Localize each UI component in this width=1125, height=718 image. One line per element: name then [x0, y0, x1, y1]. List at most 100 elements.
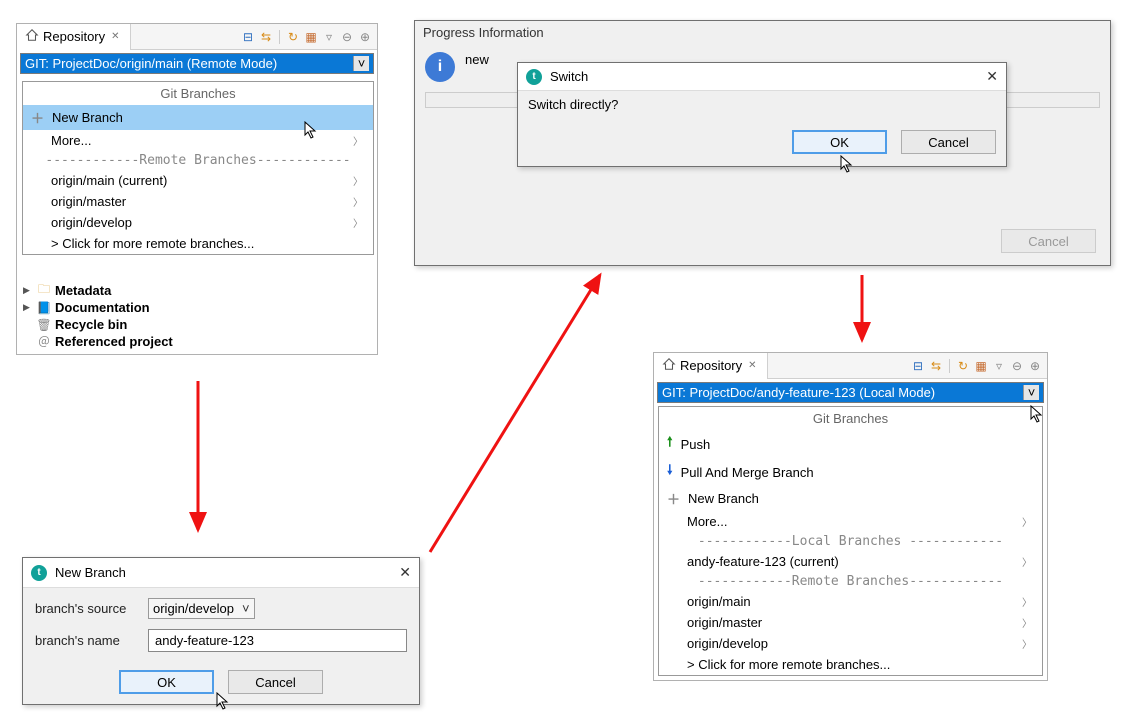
- panel-toolbar: ⊟ ⇆ ↻ ▦ ▿ ⊖ ⊕: [910, 358, 1047, 374]
- expand-icon[interactable]: ▶: [23, 285, 33, 296]
- repository-panel-initial: Repository ✕ ⊟ ⇆ ↻ ▦ ▿ ⊖ ⊕ GIT: ProjectD…: [16, 23, 378, 355]
- tab-strip: Repository ✕ ⊟ ⇆ ↻ ▦ ▿ ⊖ ⊕: [654, 353, 1047, 379]
- maximize-icon[interactable]: ⊕: [1027, 358, 1043, 374]
- new-branch-cancel-button[interactable]: Cancel: [228, 670, 323, 694]
- button-label: Cancel: [1028, 234, 1068, 249]
- menu-push[interactable]: 🠕 Push: [659, 430, 1042, 458]
- chevron-right-icon: 〉: [353, 133, 363, 148]
- menu-origin-master[interactable]: origin/master 〉: [659, 612, 1042, 633]
- grid-icon[interactable]: ▦: [973, 358, 989, 374]
- menu-origin-master[interactable]: origin/master 〉: [23, 191, 373, 212]
- progress-title: Progress Information: [415, 21, 1110, 44]
- plus-icon: ＋: [31, 108, 44, 127]
- menu-item-label: New Branch: [52, 110, 123, 125]
- trash-icon: 🗑: [37, 318, 51, 332]
- local-branches-separator: ------------Local Branches ------------: [659, 532, 1042, 551]
- repository-tab-label: Repository: [680, 358, 742, 373]
- menu-origin-main[interactable]: origin/main (current) 〉: [23, 170, 373, 191]
- app-icon: t: [526, 69, 542, 85]
- menu-origin-develop[interactable]: origin/develop 〉: [23, 212, 373, 233]
- source-label: branch's source: [35, 601, 140, 616]
- cursor-icon: [1030, 405, 1046, 425]
- branch-selector-text: GIT: ProjectDoc/origin/main (Remote Mode…: [25, 56, 277, 71]
- link-editor-icon[interactable]: ⇆: [258, 29, 274, 45]
- tree-item-metadata[interactable]: ▶ 🗀 Metadata: [23, 282, 371, 299]
- progress-cancel-button[interactable]: Cancel: [1001, 229, 1096, 253]
- close-icon[interactable]: ✕: [746, 360, 758, 371]
- menu-item-label: origin/develop: [687, 636, 768, 651]
- menu-pull-merge[interactable]: 🠗 Pull And Merge Branch: [659, 458, 1042, 486]
- link-editor-icon[interactable]: ⇆: [928, 358, 944, 374]
- cursor-icon: [840, 155, 856, 175]
- menu-local-current[interactable]: andy-feature-123 (current) 〉: [659, 551, 1042, 572]
- collapse-all-icon[interactable]: ⊟: [240, 29, 256, 45]
- button-label: OK: [830, 135, 849, 150]
- chevron-down-icon: ˅: [242, 601, 250, 616]
- chevron-right-icon: 〉: [353, 173, 363, 188]
- menu-item-label: origin/main (current): [51, 173, 167, 188]
- close-icon[interactable]: ✕: [399, 564, 411, 581]
- tree-item-documentation[interactable]: ▶ 📘 Documentation: [23, 299, 371, 316]
- menu-item-label: More...: [687, 514, 727, 529]
- maximize-icon[interactable]: ⊕: [357, 29, 373, 45]
- branch-selector[interactable]: GIT: ProjectDoc/origin/main (Remote Mode…: [20, 53, 374, 74]
- menu-item-label: origin/main: [687, 594, 751, 609]
- expand-icon[interactable]: ▶: [23, 302, 33, 313]
- view-menu-icon[interactable]: ▿: [991, 358, 1007, 374]
- menu-item-label: > Click for more remote branches...: [687, 657, 890, 672]
- branch-selector-text: GIT: ProjectDoc/andy-feature-123 (Local …: [662, 385, 935, 400]
- book-icon: 📘: [37, 301, 51, 315]
- tree-item-recycle[interactable]: 🗑 Recycle bin: [23, 316, 371, 333]
- chevron-right-icon: 〉: [1022, 514, 1032, 529]
- grid-icon[interactable]: ▦: [303, 29, 319, 45]
- branch-name-input[interactable]: [148, 629, 407, 652]
- menu-more[interactable]: More... 〉: [23, 130, 373, 151]
- refresh-icon[interactable]: ↻: [285, 29, 301, 45]
- tree-item-label: Documentation: [55, 300, 150, 315]
- switch-dialog: t Switch ✕ Switch directly? OK Cancel: [517, 62, 1007, 167]
- minimize-icon[interactable]: ⊖: [339, 29, 355, 45]
- switch-ok-button[interactable]: OK: [792, 130, 887, 154]
- close-icon[interactable]: ✕: [109, 31, 121, 42]
- branch-menu-title: Git Branches: [23, 82, 373, 105]
- menu-item-label: More...: [51, 133, 91, 148]
- minimize-icon[interactable]: ⊖: [1009, 358, 1025, 374]
- tree-item-referenced[interactable]: ＠ Referenced project: [23, 333, 371, 350]
- repo-tree: ▶ 🗀 Metadata ▶ 📘 Documentation 🗑 Recycle…: [17, 278, 377, 354]
- repository-tab[interactable]: Repository ✕: [654, 353, 768, 379]
- menu-item-label: andy-feature-123 (current): [687, 554, 839, 569]
- close-icon[interactable]: ✕: [986, 68, 998, 85]
- collapse-all-icon[interactable]: ⊟: [910, 358, 926, 374]
- chevron-right-icon: 〉: [1022, 554, 1032, 569]
- switch-cancel-button[interactable]: Cancel: [901, 130, 996, 154]
- name-label: branch's name: [35, 633, 140, 648]
- panel-toolbar: ⊟ ⇆ ↻ ▦ ▿ ⊖ ⊕: [240, 29, 377, 45]
- menu-new-branch[interactable]: ＋ New Branch: [659, 486, 1042, 511]
- menu-item-label: Pull And Merge Branch: [681, 465, 814, 480]
- tree-item-label: Referenced project: [55, 334, 173, 349]
- menu-origin-main[interactable]: origin/main 〉: [659, 591, 1042, 612]
- menu-more[interactable]: More... 〉: [659, 511, 1042, 532]
- tree-item-label: Recycle bin: [55, 317, 127, 332]
- remote-branches-separator: ------------Remote Branches------------: [23, 151, 373, 170]
- menu-more-remote[interactable]: > Click for more remote branches...: [659, 654, 1042, 675]
- switch-title: Switch: [550, 69, 588, 84]
- new-branch-ok-button[interactable]: OK: [119, 670, 214, 694]
- switch-titlebar: t Switch ✕: [518, 63, 1006, 91]
- menu-item-label: New Branch: [688, 491, 759, 506]
- branch-selector[interactable]: GIT: ProjectDoc/andy-feature-123 (Local …: [657, 382, 1044, 403]
- button-label: Cancel: [928, 135, 968, 150]
- repository-tab-label: Repository: [43, 29, 105, 44]
- refresh-icon[interactable]: ↻: [955, 358, 971, 374]
- menu-more-remote[interactable]: > Click for more remote branches...: [23, 233, 373, 254]
- menu-item-label: > Click for more remote branches...: [51, 236, 254, 251]
- toolbar-separator: [279, 30, 280, 44]
- home-icon: [662, 357, 676, 374]
- menu-item-label: Push: [681, 437, 711, 452]
- repository-tab[interactable]: Repository ✕: [17, 24, 131, 50]
- menu-origin-develop[interactable]: origin/develop 〉: [659, 633, 1042, 654]
- app-icon: t: [31, 565, 47, 581]
- view-menu-icon[interactable]: ▿: [321, 29, 337, 45]
- source-select[interactable]: origin/develop ˅: [148, 598, 255, 619]
- menu-new-branch[interactable]: ＋ New Branch: [23, 105, 373, 130]
